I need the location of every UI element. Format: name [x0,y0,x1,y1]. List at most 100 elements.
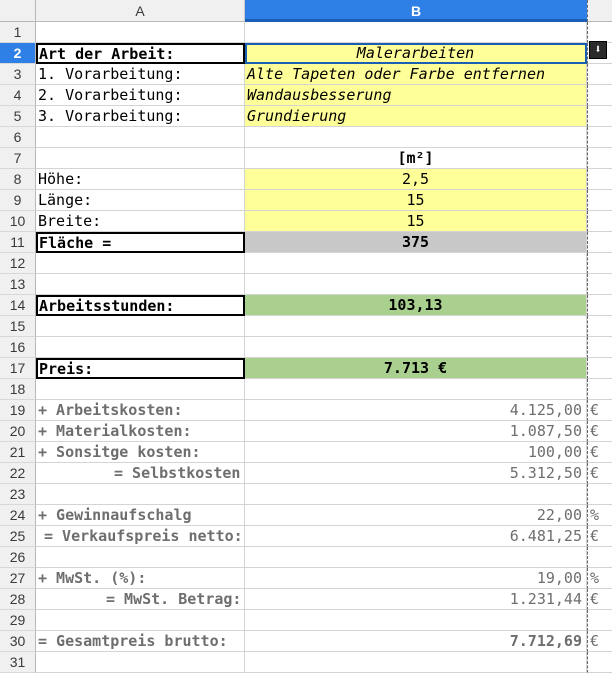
row-header[interactable]: 11 [0,232,36,253]
cell-c15[interactable] [587,316,612,337]
cell-b19[interactable]: 4.125,00 [245,400,587,421]
cell-b20[interactable]: 1.087,50 [245,421,587,442]
cell-b7[interactable]: [m²] [245,148,587,169]
cell-b24[interactable]: 22,00 [245,505,587,526]
cell-b23[interactable] [245,484,587,505]
cell-c19[interactable]: € [587,400,612,421]
cell-b22[interactable]: 5.312,50 [245,463,587,484]
cell-b26[interactable] [245,547,587,568]
row-header[interactable]: 2 [0,43,36,64]
cell-a27[interactable]: + MwSt. (%): [36,568,245,589]
cell-a9[interactable]: Länge: [36,190,245,211]
row-header[interactable]: 7 [0,148,36,169]
row-header[interactable]: 16 [0,337,36,358]
cell-a10[interactable]: Breite: [36,211,245,232]
cell-c21[interactable]: € [587,442,612,463]
cell-c12[interactable] [587,253,612,274]
row-header[interactable]: 30 [0,631,36,652]
select-all-corner[interactable] [0,0,36,22]
cell-a26[interactable] [36,547,245,568]
cell-a1[interactable] [36,22,245,43]
cell-a11[interactable]: Fläche = [36,232,245,253]
cell-a22[interactable]: = Selbstkosten [36,463,245,484]
row-header[interactable]: 26 [0,547,36,568]
row-header[interactable]: 18 [0,379,36,400]
cell-c29[interactable] [587,610,612,631]
cell-c16[interactable] [587,337,612,358]
cell-b25[interactable]: 6.481,25 [245,526,587,547]
cell-a3[interactable]: 1. Vorarbeitung: [36,64,245,85]
row-header[interactable]: 29 [0,610,36,631]
cell-b21[interactable]: 100,00 [245,442,587,463]
cell-c27[interactable]: % [587,568,612,589]
cell-c1[interactable] [587,22,612,43]
cell-c3[interactable] [587,64,612,85]
row-header[interactable]: 24 [0,505,36,526]
cell-a20[interactable]: + Materialkosten: [36,421,245,442]
row-header[interactable]: 5 [0,106,36,127]
cell-c20[interactable]: € [587,421,612,442]
cell-b13[interactable] [245,274,587,295]
cell-b10[interactable]: 15 [245,211,587,232]
cell-c23[interactable] [587,484,612,505]
validation-dropdown-button[interactable]: ⬇ [589,41,607,59]
cell-c6[interactable] [587,127,612,148]
cell-c22[interactable]: € [587,463,612,484]
row-header[interactable]: 8 [0,169,36,190]
cell-c25[interactable]: € [587,526,612,547]
row-header[interactable]: 13 [0,274,36,295]
cell-b14[interactable]: 103,13 [245,295,587,316]
row-header[interactable]: 23 [0,484,36,505]
cell-b11[interactable]: 375 [245,232,587,253]
cell-b31[interactable] [245,652,587,673]
cell-b5[interactable]: Grundierung [245,106,587,127]
cell-a4[interactable]: 2. Vorarbeitung: [36,85,245,106]
cell-a15[interactable] [36,316,245,337]
cell-b16[interactable] [245,337,587,358]
column-header-c[interactable] [587,0,612,22]
cell-a6[interactable] [36,127,245,148]
row-header[interactable]: 10 [0,211,36,232]
cell-c24[interactable]: % [587,505,612,526]
cell-b17[interactable]: 7.713 € [245,358,587,379]
cell-b27[interactable]: 19,00 [245,568,587,589]
cell-b3[interactable]: Alte Tapeten oder Farbe entfernen [245,64,587,85]
cell-c10[interactable] [587,211,612,232]
row-header[interactable]: 21 [0,442,36,463]
cell-a16[interactable] [36,337,245,358]
cell-b29[interactable] [245,610,587,631]
cell-b28[interactable]: 1.231,44 [245,589,587,610]
cell-c7[interactable] [587,148,612,169]
cell-a8[interactable]: Höhe: [36,169,245,190]
column-header-a[interactable]: A [36,0,245,22]
row-header[interactable]: 14 [0,295,36,316]
row-header[interactable]: 3 [0,64,36,85]
cell-c8[interactable] [587,169,612,190]
cell-a5[interactable]: 3. Vorarbeitung: [36,106,245,127]
cell-a30[interactable]: = Gesamtpreis brutto: [36,631,245,652]
cell-b18[interactable] [245,379,587,400]
row-header[interactable]: 25 [0,526,36,547]
cell-c11[interactable] [587,232,612,253]
cell-b2[interactable]: Malerarbeiten [245,43,587,64]
cell-a28[interactable]: = MwSt. Betrag: [36,589,245,610]
cell-b8[interactable]: 2,5 [245,169,587,190]
cell-c5[interactable] [587,106,612,127]
cell-a23[interactable] [36,484,245,505]
cell-c26[interactable] [587,547,612,568]
cell-a29[interactable] [36,610,245,631]
cell-a13[interactable] [36,274,245,295]
cell-c14[interactable] [587,295,612,316]
cell-a25[interactable]: = Verkaufspreis netto: [36,526,245,547]
row-header[interactable]: 17 [0,358,36,379]
cell-c17[interactable] [587,358,612,379]
cell-b12[interactable] [245,253,587,274]
cell-c4[interactable] [587,85,612,106]
cell-a17[interactable]: Preis: [36,358,245,379]
row-header[interactable]: 12 [0,253,36,274]
cell-a31[interactable] [36,652,245,673]
row-header[interactable]: 1 [0,22,36,43]
row-header[interactable]: 15 [0,316,36,337]
row-header[interactable]: 31 [0,652,36,673]
row-header[interactable]: 27 [0,568,36,589]
